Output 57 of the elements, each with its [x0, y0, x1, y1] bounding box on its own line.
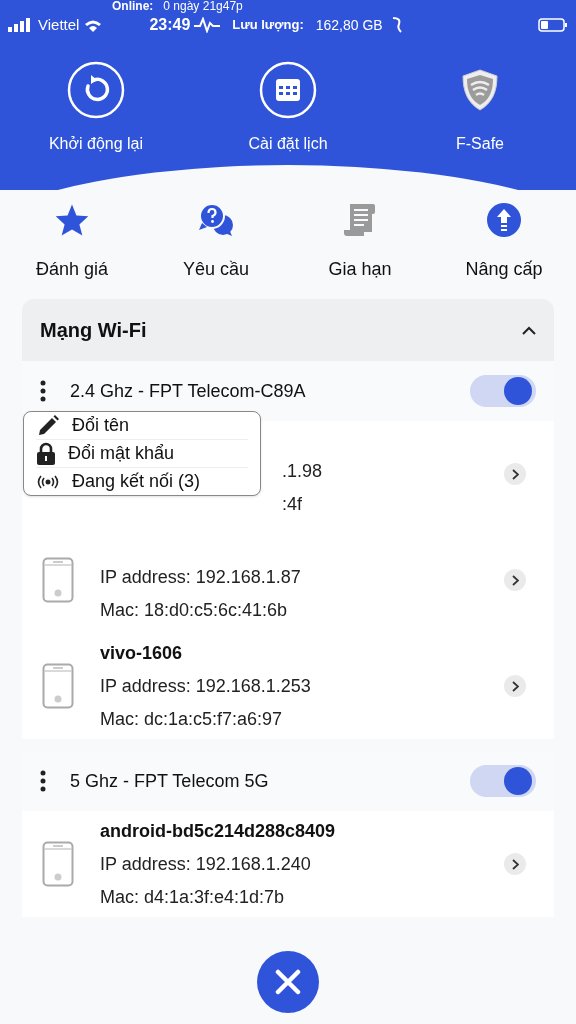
menu-item[interactable]: Đang kết nối (3) [36, 468, 248, 495]
quick-action-button[interactable]: Yêu cầu [144, 200, 288, 283]
phone-icon [42, 841, 74, 887]
menu-item[interactable]: Đổi tên [36, 412, 248, 440]
star-icon [54, 203, 90, 237]
toggle-switch[interactable] [470, 375, 536, 407]
device-detail-button[interactable] [504, 463, 526, 485]
phone-icon [42, 557, 74, 603]
question-chat-icon [198, 203, 234, 237]
restart-icon [66, 60, 126, 120]
menu-item[interactable]: Đổi mật khẩu [36, 440, 248, 468]
quick-action-button[interactable]: Gia hạn [288, 200, 432, 283]
device-mac: :4f [282, 493, 303, 516]
device-detail-button[interactable] [504, 569, 526, 591]
device-mac: Mac: dc:1a:c5:f7:a6:97 [100, 707, 284, 731]
battery-icon [538, 18, 568, 32]
more-options-icon[interactable] [40, 770, 46, 792]
clock: 23:49 [149, 15, 191, 35]
close-icon [275, 969, 301, 995]
wifi-section-header[interactable]: Mạng Wi-Fi [22, 299, 554, 361]
device-detail-button[interactable] [504, 853, 526, 875]
pencil-icon [36, 413, 60, 438]
device-ip: IP address: 192.168.1.240 [100, 852, 312, 876]
lock-icon [36, 441, 56, 466]
header-action-button[interactable]: Cài đặt lịch [192, 60, 384, 156]
device-ip: IP address: 192.168.1.87 [100, 566, 301, 589]
band-name: 2.4 Ghz - FPT Telecom-C89A [70, 379, 306, 403]
device-name: android-bd5c214d288c8409 [100, 819, 336, 843]
quick-action-button[interactable]: Nâng cấp [432, 200, 576, 283]
device-mac: Mac: d4:1a:3f:e4:1d:7b [100, 885, 286, 909]
shield-icon [460, 68, 500, 112]
quick-action-button[interactable]: Đánh giá [0, 200, 144, 283]
online-label: Online: [112, 0, 154, 12]
band-name: 5 Ghz - FPT Telecom 5G [70, 769, 269, 793]
device-mac: Mac: 18:d0:c5:6c:41:6b [100, 599, 289, 622]
chevron-right-icon [511, 680, 519, 692]
document-scroll-icon [342, 202, 378, 238]
chevron-right-icon [511, 858, 519, 870]
phone-icon [42, 663, 74, 709]
chevron-right-icon [511, 574, 519, 586]
calendar-icon [258, 60, 318, 120]
device-ip: IP address: 192.168.1.253 [100, 674, 311, 698]
device-ip: .1.98 [282, 460, 323, 483]
traffic-label: Lưu lượng: [232, 16, 304, 35]
device-name: vivo-1606 [100, 641, 184, 665]
toggle-switch[interactable] [470, 765, 536, 797]
header-action-button[interactable]: Khởi động lại [0, 60, 192, 156]
device-detail-button[interactable] [504, 675, 526, 697]
broadcast-icon [36, 473, 60, 490]
carrier-name: Viettel [38, 14, 80, 35]
traffic-value: 162,80 GB [315, 15, 383, 35]
online-duration: 0 ngày 21g47p [163, 0, 243, 12]
more-options-icon[interactable] [40, 380, 46, 402]
chevron-right-icon [511, 468, 519, 480]
header-action-button[interactable]: F-Safe [384, 60, 576, 156]
upgrade-icon [486, 202, 522, 238]
pulse-icon [194, 17, 221, 33]
